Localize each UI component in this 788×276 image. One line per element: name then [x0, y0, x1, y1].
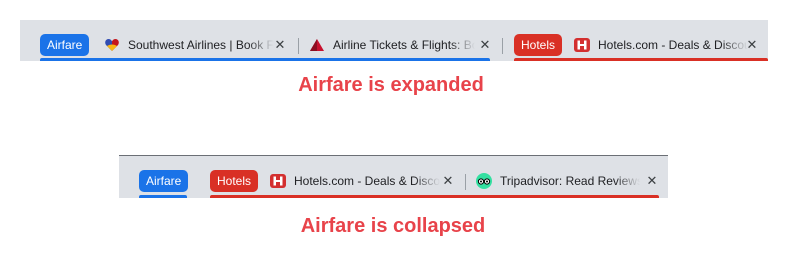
tab-title: Southwest Airlines | Book Flights: [128, 38, 274, 52]
tab-group-underline-airfare: [139, 195, 187, 198]
tripadvisor-owl-icon: [476, 173, 492, 189]
tab-delta[interactable]: Airline Tickets & Flights: Book ✕: [309, 34, 493, 56]
tab-group-chip-hotels[interactable]: Hotels: [514, 34, 563, 56]
caption-collapsed: Airfare is collapsed: [300, 215, 486, 237]
tab-group-chip-hotels[interactable]: Hotels: [210, 170, 259, 192]
tab-hotels-com[interactable]: Hotels.com - Deals & Discounts ✕: [574, 34, 762, 56]
tab-title: Hotels.com - Deals & Discounts: [598, 38, 748, 52]
tab-tripadvisor[interactable]: Tripadvisor: Read Reviews, Compare ✕: [476, 170, 662, 192]
tab-group-underline-hotels: [514, 58, 768, 61]
delta-triangle-icon: [310, 39, 324, 51]
close-tab-icon[interactable]: ✕: [272, 37, 288, 53]
close-tab-icon[interactable]: ✕: [744, 37, 760, 53]
tab-hotels-com[interactable]: Hotels.com - Deals & Discounts ✕: [270, 170, 456, 192]
hotels-com-icon: [574, 38, 590, 52]
tab-strip-collapsed: Airfare Hotels Hotels.com - Deals & Disc…: [119, 155, 668, 198]
tab-group-underline-airfare: [40, 58, 490, 61]
tab-group-chip-airfare[interactable]: Airfare: [139, 170, 189, 192]
close-tab-icon[interactable]: ✕: [644, 173, 660, 189]
tab-separator: [502, 38, 503, 54]
tab-group-underline-hotels: [210, 195, 659, 198]
tab-separator: [465, 174, 466, 190]
close-tab-icon[interactable]: ✕: [440, 173, 456, 189]
tab-title: Tripadvisor: Read Reviews, Compare: [500, 174, 640, 188]
southwest-heart-icon: [105, 39, 119, 51]
caption-expanded: Airfare is expanded: [298, 74, 484, 96]
hotels-com-icon: [270, 174, 286, 188]
close-tab-icon[interactable]: ✕: [477, 37, 493, 53]
tab-strip-expanded: Airfare Southwest Airlines | Book Flight…: [20, 20, 768, 61]
tab-group-chip-airfare[interactable]: Airfare: [40, 34, 90, 56]
tab-title: Hotels.com - Deals & Discounts: [294, 174, 440, 188]
tab-separator: [298, 38, 299, 54]
tab-southwest[interactable]: Southwest Airlines | Book Flights ✕: [104, 34, 292, 56]
tab-title: Airline Tickets & Flights: Book: [333, 38, 475, 52]
